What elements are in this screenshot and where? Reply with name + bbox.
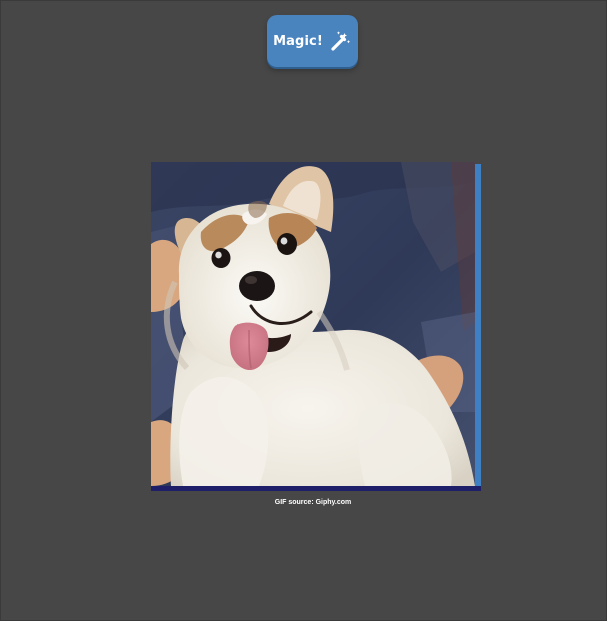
corgi-image xyxy=(151,162,475,486)
magic-button[interactable]: Magic! xyxy=(267,15,358,67)
magic-wand-icon xyxy=(331,31,351,51)
magic-button-label: Magic! xyxy=(273,33,323,49)
dog-gif xyxy=(151,162,475,486)
image-right-edge xyxy=(475,164,481,491)
app-page: Magic! GIF source: Giphy.com xyxy=(0,0,607,621)
image-bottom-edge xyxy=(151,486,481,491)
image-caption: GIF source: Giphy.com xyxy=(274,499,352,506)
